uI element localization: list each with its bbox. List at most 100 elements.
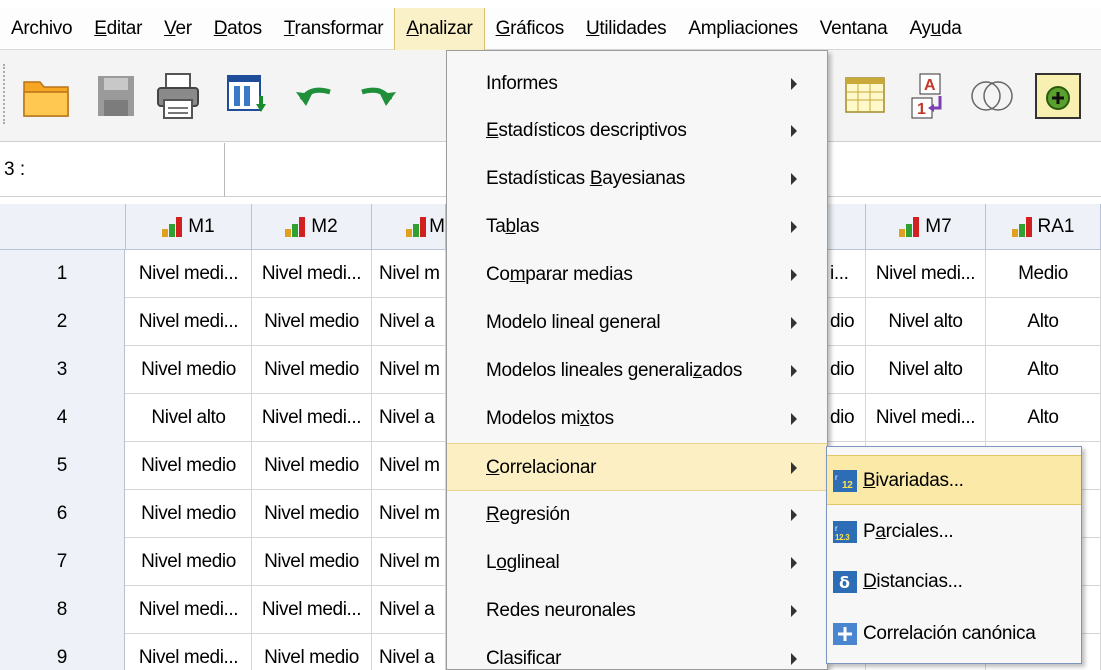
column-header-m2[interactable]: M2 [252,204,372,250]
menu-item-regresion[interactable]: Regresión [447,491,827,539]
cell-m3[interactable]: Nivel m [372,538,446,586]
cell-m7[interactable]: Nivel medi... [866,394,986,442]
cell-m2[interactable]: Nivel medio [252,442,372,490]
cell-m2[interactable]: Nivel medio [252,490,372,538]
cell-m2[interactable]: Nivel medi... [252,250,372,298]
cell-m1[interactable]: Nivel medio [126,346,252,394]
cell-m3[interactable]: Nivel m [372,346,446,394]
submenu-item-distancias[interactable]: δ Distancias... [827,557,1081,607]
cell-ra1[interactable]: Medio [986,250,1101,298]
cell-m2[interactable]: Nivel medi... [252,586,372,634]
menu-item-loglineal[interactable]: Loglineal [447,539,827,587]
cell-ra1[interactable]: Alto [986,394,1101,442]
menu-item-label: egresión [499,504,570,525]
row-number[interactable]: 9 [0,634,125,670]
cell-m1[interactable]: Nivel medio [126,538,252,586]
cell-m7[interactable]: Nivel alto [866,346,986,394]
menu-ayuda[interactable]: Ayuda [898,8,972,50]
cell-m2[interactable]: Nivel medio [252,538,372,586]
corner-header[interactable] [0,204,126,250]
column-header-ra1[interactable]: RA1 [986,204,1101,250]
submenu-item-correlacion-canonica[interactable]: Correlación canónica [827,609,1081,659]
cell-m3[interactable]: Nivel m [372,490,446,538]
menu-transformar[interactable]: Transformar [273,8,394,50]
cell-m6[interactable]: i... [828,250,866,298]
cell-m3[interactable]: Nivel a [372,298,446,346]
cell-m1[interactable]: Nivel alto [126,394,252,442]
cell-ra1[interactable]: Alto [986,298,1101,346]
row-number[interactable]: 1 [0,250,125,298]
undo-button[interactable] [284,64,348,128]
menu-analizar[interactable]: Analizar [394,7,485,50]
cell-m7[interactable]: Nivel alto [866,298,986,346]
menu-item-correlacionar[interactable]: Correlacionar [447,443,827,491]
menu-item-informes[interactable]: Informes [447,60,827,108]
print-button[interactable] [146,64,210,128]
cell-m7[interactable]: Nivel medi... [866,250,986,298]
submenu-item-label: P [863,521,876,542]
cell-m2[interactable]: Nivel medi... [252,394,372,442]
menu-item-clasificar[interactable]: Clasificar [447,635,827,669]
cell-m1[interactable]: Nivel medi... [126,634,252,670]
cell-m6[interactable]: dio [828,346,866,394]
menu-ver[interactable]: Ver [153,8,203,50]
cell-m1[interactable]: Nivel medi... [126,298,252,346]
menu-item-modelos-mixtos[interactable]: Modelos mixtos [447,395,827,443]
row-number[interactable]: 6 [0,490,125,538]
menu-item-estadisticos-descriptivos[interactable]: Estadísticos descriptivos [447,107,827,155]
row-number[interactable]: 4 [0,394,125,442]
submenu-item-parciales[interactable]: r 12.3 Parciales... [827,507,1081,557]
row-number[interactable]: 2 [0,298,125,346]
menu-item-comparar-medias[interactable]: Comparar medias [447,251,827,299]
partial-icon: r12.3 [833,521,857,543]
use-sets-button[interactable] [960,64,1024,128]
column-header-m6[interactable] [828,204,866,250]
submenu-item-label: B [863,470,876,491]
row-number[interactable]: 7 [0,538,125,586]
menu-utilidades[interactable]: Utilidades [575,8,677,50]
cell-m6[interactable]: dio [828,298,866,346]
cell-m3[interactable]: Nivel a [372,586,446,634]
cell-m1[interactable]: Nivel medi... [126,586,252,634]
column-header-m3[interactable]: M [372,204,446,250]
menu-ventana[interactable]: Ventana [809,8,899,50]
menu-editar[interactable]: Editar [83,8,153,50]
cell-m3[interactable]: Nivel m [372,442,446,490]
cell-m2[interactable]: Nivel medio [252,634,372,670]
cell-m3[interactable]: Nivel a [372,634,446,670]
menu-item-modelo-lineal-general[interactable]: Modelo lineal general [447,299,827,347]
cell-m1[interactable]: Nivel medio [126,442,252,490]
cell-m3[interactable]: Nivel m [372,250,446,298]
menu-item-redes-neuronales[interactable]: Redes neuronales [447,587,827,635]
column-header-m7[interactable]: M7 [866,204,986,250]
cell-m2[interactable]: Nivel medio [252,346,372,394]
save-button[interactable] [84,64,148,128]
menu-graficos[interactable]: Gráficos [485,8,575,50]
value-labels-button[interactable]: A1 [900,64,964,128]
data-grid-button[interactable] [834,64,898,128]
open-folder-button[interactable] [14,64,78,128]
submenu-arrow-icon [791,557,797,569]
add-ons-button[interactable] [1026,64,1090,128]
column-header-m1[interactable]: M1 [126,204,252,250]
submenu-item-bivariadas[interactable]: r 12 Bivariadas... [827,455,1081,505]
dialog-recall-button[interactable] [216,64,280,128]
cell-m2[interactable]: Nivel medio [252,298,372,346]
menu-item-estadisticas-bayesianas[interactable]: Estadísticas Bayesianas [447,155,827,203]
cell-m3[interactable]: Nivel a [372,394,446,442]
menu-datos[interactable]: Datos [203,8,273,50]
row-number[interactable]: 5 [0,442,125,490]
cell-m1[interactable]: Nivel medio [126,490,252,538]
cell-ra1[interactable]: Alto [986,346,1101,394]
menu-item-label: Ta [486,216,506,237]
row-number[interactable]: 3 [0,346,125,394]
menu-ampliaciones[interactable]: Ampliaciones [677,8,808,50]
toolbar-grip[interactable] [3,64,7,124]
row-number[interactable]: 8 [0,586,125,634]
menu-archivo[interactable]: Archivo [0,8,83,50]
menu-item-tablas[interactable]: Tablas [447,203,827,251]
cell-m6[interactable]: dio [828,394,866,442]
redo-button[interactable] [344,64,408,128]
menu-item-modelos-lineales-generalizados[interactable]: Modelos lineales generalizados [447,347,827,395]
cell-m1[interactable]: Nivel medi... [126,250,252,298]
